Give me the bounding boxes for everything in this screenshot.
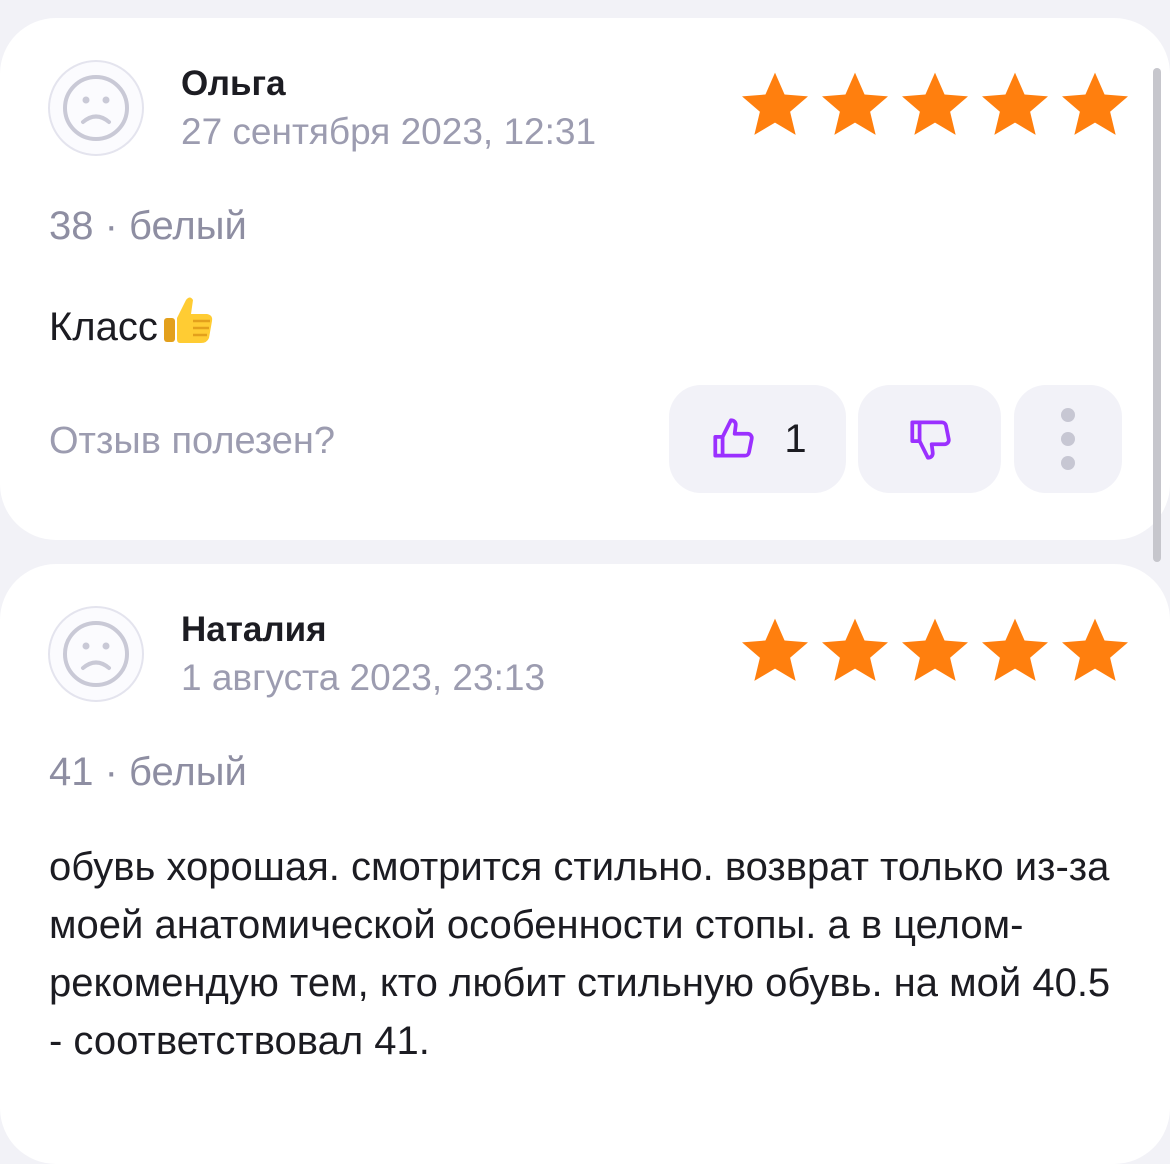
review-author: Ольга	[181, 64, 286, 103]
thumbs-up-emoji-icon	[160, 292, 216, 364]
size-color-variant: 38 · белый	[49, 204, 247, 248]
size-color-variant: 41 · белый	[49, 750, 247, 794]
star-icon	[902, 618, 968, 681]
star-icon	[902, 72, 968, 135]
review-text: обувь хорошая. смотрится стильно. возвра…	[49, 845, 1111, 1063]
review-date: 1 августа 2023, 23:13	[181, 657, 546, 698]
like-button[interactable]: 1	[669, 385, 846, 493]
sad-face-icon	[63, 75, 129, 141]
like-count: 1	[784, 416, 807, 461]
scrollbar[interactable]	[1153, 68, 1161, 562]
star-icon	[742, 618, 808, 681]
sad-face-icon	[63, 621, 129, 687]
more-vertical-icon	[1061, 408, 1075, 470]
review-author: Наталия	[181, 610, 327, 649]
star-icon	[1062, 618, 1128, 681]
star-icon	[982, 72, 1048, 135]
thumbs-down-icon	[909, 420, 951, 460]
rating-stars	[738, 614, 1132, 688]
star-icon	[982, 618, 1048, 681]
dislike-button[interactable]	[858, 385, 1001, 493]
more-options-button[interactable]	[1014, 385, 1122, 493]
star-icon	[822, 72, 888, 135]
review-card: Наталия 1 августа 2023, 23:13 41 · белый…	[0, 564, 1170, 1164]
review-text-content: Класс	[49, 305, 158, 349]
review-date: 27 сентября 2023, 12:31	[181, 111, 597, 152]
star-icon	[742, 72, 808, 135]
rating-stars	[738, 68, 1132, 142]
star-icon	[1062, 72, 1128, 135]
star-icon	[822, 618, 888, 681]
avatar	[48, 606, 144, 702]
thumbs-up-icon	[713, 418, 755, 458]
review-card: Ольга 27 сентября 2023, 12:31 38 · белый…	[0, 18, 1170, 540]
helpful-question: Отзыв полезен?	[49, 420, 336, 462]
review-text: Класс	[49, 292, 1119, 364]
avatar	[48, 60, 144, 156]
